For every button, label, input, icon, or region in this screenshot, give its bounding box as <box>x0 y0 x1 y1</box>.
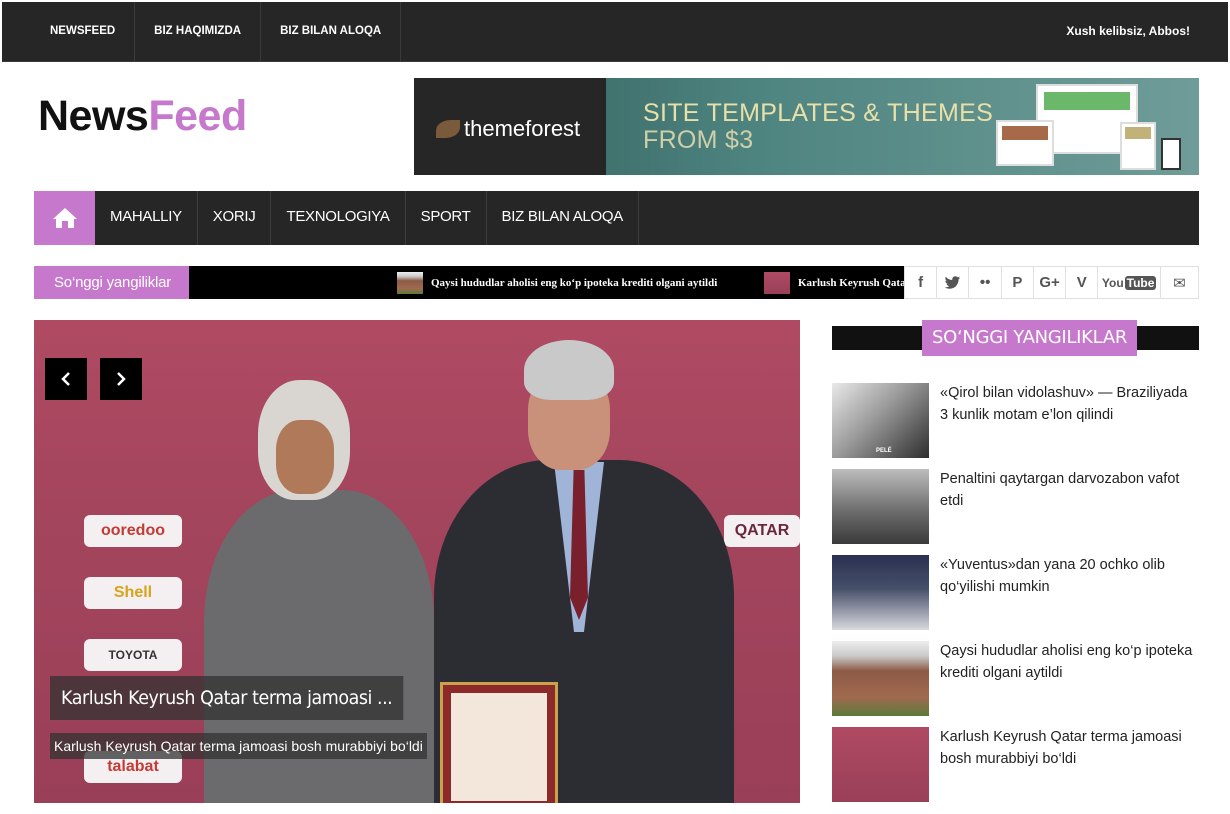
slider-prev-button[interactable] <box>45 358 87 400</box>
ad-banner[interactable]: themeforest SITE TEMPLATES & THEMES FROM… <box>414 78 1199 175</box>
news-title[interactable]: Penaltini qaytargan darvozabon vafot etd… <box>940 469 1199 512</box>
sidebar-news-item[interactable]: Karlush Keyrush Qatar terma jamoasi bosh… <box>832 727 1199 813</box>
top-nav-contact[interactable]: BIZ BILAN ALOQA <box>261 2 402 62</box>
flickr-icon[interactable]: •• <box>969 267 1002 298</box>
site-logo[interactable]: NewsFeed <box>38 92 247 140</box>
social-links: f •• P G+ V You Tube ✉ <box>904 266 1199 299</box>
twitter-icon[interactable] <box>937 267 970 298</box>
chevron-right-icon <box>117 372 126 386</box>
sidebar-news-item[interactable]: PELÉ «Qirol bilan vidolashuv» — Braziliy… <box>832 383 1199 469</box>
themeforest-logo: themeforest <box>436 116 580 142</box>
slide-caption-title[interactable]: Karlush Keyrush Qatar terma jamoasi ... <box>50 676 404 720</box>
chevron-left-icon <box>61 372 70 386</box>
sidebar-news-item[interactable]: «Yuventus»dan yana 20 ochko olib qo‘yili… <box>832 555 1199 641</box>
pinterest-icon[interactable]: P <box>1002 267 1034 298</box>
nav-item-contact[interactable]: BIZ BILAN ALOQA <box>487 191 639 245</box>
top-nav-newsfeed[interactable]: NEWSFEED <box>2 2 136 62</box>
document-folder <box>440 682 558 803</box>
banner-line-1: SITE TEMPLATES & THEMES <box>643 99 994 127</box>
main-nav-items: MAHALLIY XORIJ TEXNOLOGIYA SPORT BIZ BIL… <box>95 191 639 245</box>
ticker-item[interactable]: Karlush Keyrush Qatar <box>764 272 904 294</box>
banner-brand: themeforest <box>464 116 581 141</box>
news-title[interactable]: Qaysi hududlar aholisi eng ko‘p ipoteka … <box>940 641 1199 684</box>
leaf-icon <box>436 120 460 138</box>
youtube-you: You <box>1101 275 1124 290</box>
home-icon <box>52 208 77 228</box>
ticker-thumbnail <box>397 272 423 294</box>
ticker-thumbnail <box>764 272 790 294</box>
home-button[interactable] <box>34 191 95 245</box>
news-title[interactable]: Karlush Keyrush Qatar terma jamoasi bosh… <box>940 727 1199 770</box>
nav-item-foreign[interactable]: XORIJ <box>198 191 272 245</box>
news-thumbnail <box>832 469 929 544</box>
news-thumbnail <box>832 555 929 630</box>
sidebar-heading-bar: SO‘NGGI YANGILIKLAR <box>832 320 1199 356</box>
ticker-item-text: Qaysi hududlar aholisi eng ko‘p ipoteka … <box>431 277 718 289</box>
news-ticker: So‘nggi yangiliklar Qaysi hududlar aholi… <box>34 266 904 299</box>
news-thumbnail <box>832 641 929 716</box>
ticker-item-text: Karlush Keyrush Qatar <box>798 277 904 289</box>
ticker-item[interactable]: Qaysi hududlar aholisi eng ko‘p ipoteka … <box>397 272 717 294</box>
top-nav: NEWSFEED BIZ HAQIMIZDA BIZ BILAN ALOQA <box>2 2 402 62</box>
sidebar-news-list: PELÉ «Qirol bilan vidolashuv» — Braziliy… <box>832 383 1199 813</box>
news-thumbnail: PELÉ <box>832 383 929 458</box>
news-title[interactable]: «Yuventus»dan yana 20 ochko olib qo‘yili… <box>940 555 1199 598</box>
mail-icon[interactable]: ✉ <box>1161 267 1198 298</box>
hero-slider[interactable]: ooredoo Shell QATAR talabat ooredoo TOYO… <box>34 320 800 803</box>
banner-brand-area: themeforest <box>414 78 606 175</box>
logo-part-news: News <box>38 92 149 140</box>
slider-next-button[interactable] <box>100 358 142 400</box>
slide-caption-subtitle: Karlush Keyrush Qatar terma jamoasi bosh… <box>50 733 427 759</box>
top-bar: NEWSFEED BIZ HAQIMIZDA BIZ BILAN ALOQA X… <box>2 2 1228 62</box>
main-nav: MAHALLIY XORIJ TEXNOLOGIYA SPORT BIZ BIL… <box>34 191 1199 245</box>
thumbnail-label: PELÉ <box>876 448 892 454</box>
vimeo-icon[interactable]: V <box>1066 267 1099 298</box>
phone-image <box>1161 138 1181 170</box>
news-thumbnail <box>832 727 929 802</box>
nav-item-tech[interactable]: TEXNOLOGIYA <box>271 191 406 245</box>
google-plus-icon[interactable]: G+ <box>1034 267 1067 298</box>
ticker-label: So‘nggi yangiliklar <box>34 266 189 299</box>
tablet-image <box>1120 122 1156 170</box>
news-title[interactable]: «Qirol bilan vidolashuv» — Braziliyada 3… <box>940 383 1199 426</box>
youtube-tube: Tube <box>1124 275 1157 290</box>
top-nav-about[interactable]: BIZ HAQIMIZDA <box>135 2 262 62</box>
sponsor-logo: QATAR <box>724 515 800 547</box>
laptop-image <box>996 120 1054 166</box>
banner-slogan: SITE TEMPLATES & THEMES FROM $3 <box>643 100 993 154</box>
nav-item-local[interactable]: MAHALLIY <box>95 191 198 245</box>
logo-part-feed: Feed <box>148 92 247 140</box>
facebook-icon[interactable]: f <box>905 267 938 298</box>
youtube-icon[interactable]: You Tube <box>1098 267 1161 298</box>
nav-item-sport[interactable]: SPORT <box>406 191 487 245</box>
sidebar-news-item[interactable]: Qaysi hududlar aholisi eng ko‘p ipoteka … <box>832 641 1199 727</box>
sidebar-news-item[interactable]: Penaltini qaytargan darvozabon vafot etd… <box>832 469 1199 555</box>
devices-illustration <box>996 82 1196 174</box>
banner-line-2: FROM $3 <box>643 126 754 154</box>
sidebar-heading: SO‘NGGI YANGILIKLAR <box>922 320 1138 356</box>
welcome-text[interactable]: Xush kelibsiz, Abbos! <box>1066 2 1190 60</box>
